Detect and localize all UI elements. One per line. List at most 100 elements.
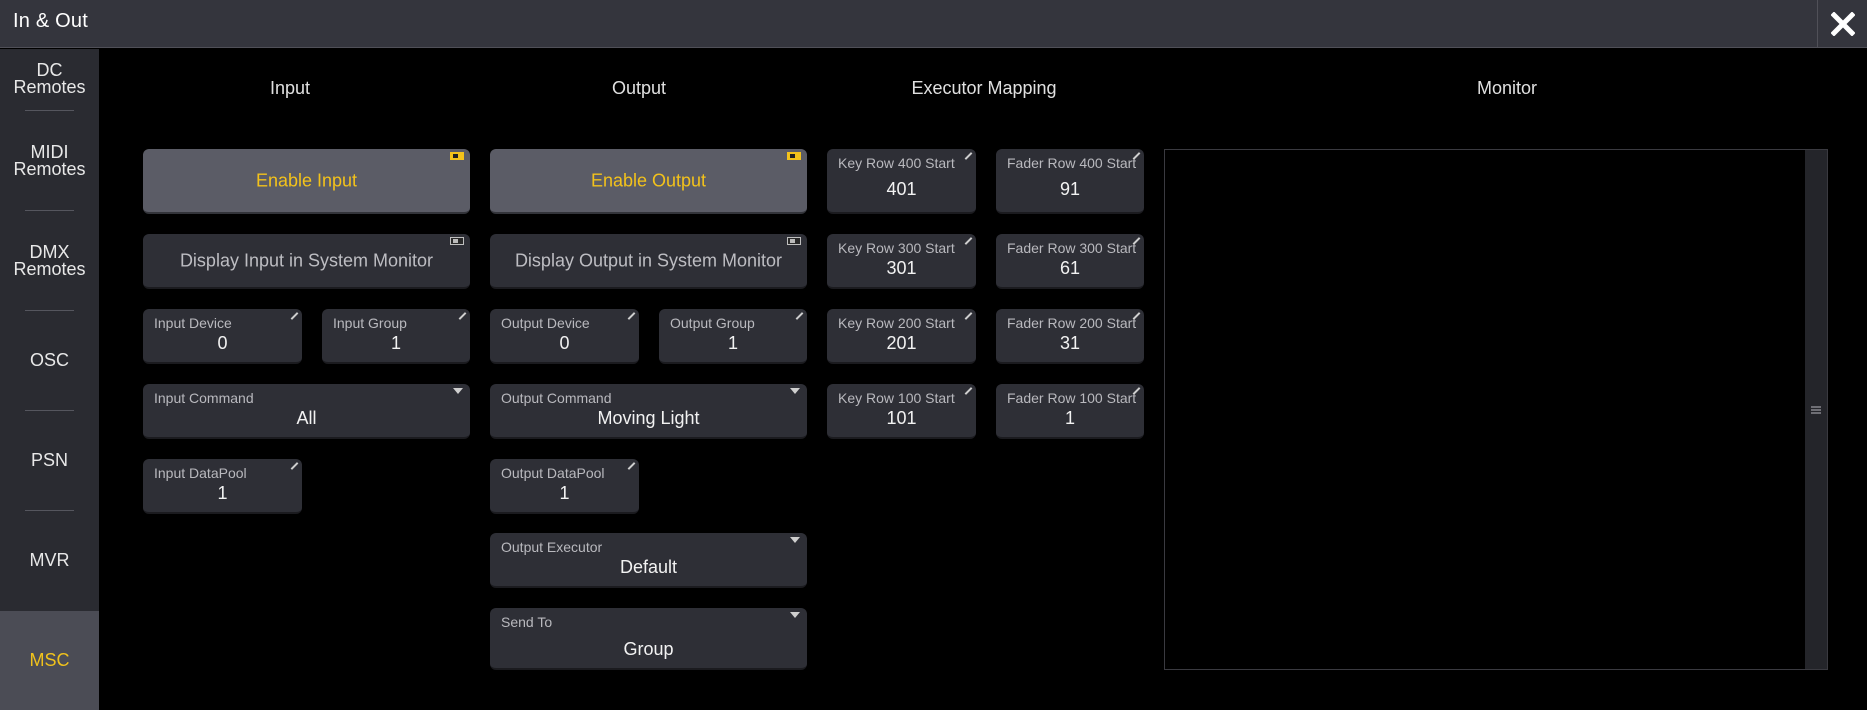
- sidebar-item-label: MVR: [29, 550, 70, 570]
- input-group-caption: Input Group: [333, 315, 407, 331]
- input-datapool-caption: Input DataPool: [154, 465, 247, 481]
- display-input-monitor-button[interactable]: Display Input in System Monitor: [143, 234, 470, 289]
- executor-mapping-header: Executor Mapping: [911, 78, 1057, 98]
- output-command-caption: Output Command: [501, 390, 612, 406]
- output-command-select[interactable]: Output Command Moving Light: [490, 384, 807, 439]
- fader-row-100-start-field[interactable]: Fader Row 100 Start 1: [996, 384, 1144, 439]
- sidebar-item-dc-remotes[interactable]: DC Remotes: [0, 49, 99, 109]
- output-group-field[interactable]: Output Group 1: [659, 309, 807, 364]
- key-row-400-caption: Key Row 400 Start: [838, 155, 955, 171]
- close-icon: [1830, 12, 1855, 36]
- fader-row-400-start-field[interactable]: Fader Row 400 Start 91: [996, 149, 1144, 214]
- edit-icon: [964, 237, 973, 245]
- key-row-100-start-field[interactable]: Key Row 100 Start 101: [827, 384, 976, 439]
- sidebar-item-mvr[interactable]: MVR: [0, 511, 99, 610]
- input-device-caption: Input Device: [154, 315, 232, 331]
- edit-icon: [1132, 312, 1141, 320]
- input-command-select[interactable]: Input Command All: [143, 384, 470, 439]
- key-row-300-start-field[interactable]: Key Row 300 Start 301: [827, 234, 976, 289]
- sidebar-item-midi-remotes[interactable]: MIDI Remotes: [0, 111, 99, 210]
- output-datapool-field[interactable]: Output DataPool 1: [490, 459, 639, 514]
- edit-icon: [627, 312, 636, 320]
- dropdown-caret-icon: [790, 612, 800, 618]
- input-datapool-value: 1: [217, 483, 228, 503]
- fader-row-100-value: 1: [1064, 408, 1075, 428]
- sidebar-item-dmx-remotes[interactable]: DMX Remotes: [0, 211, 99, 310]
- input-group-field[interactable]: Input Group 1: [322, 309, 470, 364]
- edit-icon: [627, 462, 636, 470]
- key-row-300-caption: Key Row 300 Start: [838, 240, 955, 256]
- fader-row-300-start-field[interactable]: Fader Row 300 Start 61: [996, 234, 1144, 289]
- fader-row-300-value: 61: [1059, 258, 1081, 278]
- sidebar-item-osc[interactable]: OSC: [0, 311, 99, 410]
- output-datapool-value: 1: [559, 483, 570, 503]
- enable-input-label: Enable Input: [255, 170, 358, 190]
- key-row-100-caption: Key Row 100 Start: [838, 390, 955, 406]
- output-executor-select[interactable]: Output Executor Default: [490, 533, 807, 588]
- output-group-value: 1: [727, 333, 738, 353]
- input-command-value: All: [296, 408, 317, 428]
- key-row-200-value: 201: [886, 333, 917, 353]
- edit-icon: [1132, 237, 1141, 245]
- send-to-select[interactable]: Send To Group: [490, 608, 807, 670]
- dropdown-caret-icon: [790, 388, 800, 394]
- monitor-header: Monitor: [1476, 78, 1538, 98]
- fader-row-400-value: 91: [1059, 179, 1081, 199]
- sidebar-item-psn[interactable]: PSN: [0, 411, 99, 510]
- sidebar-item-label: OSC: [29, 350, 69, 370]
- output-executor-caption: Output Executor: [501, 539, 603, 555]
- enable-input-button[interactable]: Enable Input: [143, 149, 470, 214]
- edit-icon: [795, 312, 804, 320]
- output-device-value: 0: [559, 333, 570, 353]
- title-bar: In & Out: [0, 0, 1867, 48]
- display-output-label: Display Output in System Monitor: [514, 250, 783, 270]
- fader-row-100-caption: Fader Row 100 Start: [1007, 390, 1137, 406]
- fader-row-200-value: 31: [1059, 333, 1081, 353]
- sidebar-item-label: PSN: [30, 450, 68, 470]
- sidebar-item-msc[interactable]: MSC: [0, 611, 99, 710]
- key-row-300-value: 301: [886, 258, 917, 278]
- fader-row-400-caption: Fader Row 400 Start: [1007, 155, 1137, 171]
- enable-output-label: Enable Output: [590, 170, 707, 190]
- input-device-value: 0: [217, 333, 228, 353]
- key-row-400-start-field[interactable]: Key Row 400 Start 401: [827, 149, 976, 214]
- monitor-panel: [1164, 149, 1828, 670]
- scroll-handle-icon[interactable]: [1809, 390, 1823, 430]
- key-row-400-value: 401: [886, 179, 917, 199]
- toggle-indicator-icon: [450, 152, 464, 160]
- toggle-indicator-icon: [787, 152, 801, 160]
- close-button[interactable]: [1817, 0, 1867, 48]
- input-group-value: 1: [390, 333, 401, 353]
- key-row-100-value: 101: [886, 408, 917, 428]
- edit-icon: [458, 312, 467, 320]
- edit-icon: [290, 462, 299, 470]
- sidebar: DC Remotes MIDI Remotes DMX Remotes OSC …: [0, 49, 99, 710]
- edit-icon: [290, 312, 299, 320]
- dropdown-caret-icon: [790, 537, 800, 543]
- fader-row-200-caption: Fader Row 200 Start: [1007, 315, 1137, 331]
- edit-icon: [1132, 152, 1141, 160]
- output-datapool-caption: Output DataPool: [501, 465, 605, 481]
- dropdown-caret-icon: [453, 388, 463, 394]
- input-datapool-field[interactable]: Input DataPool 1: [143, 459, 302, 514]
- output-executor-value: Default: [619, 557, 678, 577]
- output-header: Output: [611, 78, 667, 98]
- key-row-200-caption: Key Row 200 Start: [838, 315, 955, 331]
- output-group-caption: Output Group: [670, 315, 755, 331]
- key-row-200-start-field[interactable]: Key Row 200 Start 201: [827, 309, 976, 364]
- toggle-indicator-icon: [450, 237, 464, 245]
- enable-output-button[interactable]: Enable Output: [490, 149, 807, 214]
- input-device-field[interactable]: Input Device 0: [143, 309, 302, 364]
- fader-row-300-caption: Fader Row 300 Start: [1007, 240, 1137, 256]
- window-title: In & Out: [13, 10, 88, 32]
- display-output-monitor-button[interactable]: Display Output in System Monitor: [490, 234, 807, 289]
- output-device-field[interactable]: Output Device 0: [490, 309, 639, 364]
- fader-row-200-start-field[interactable]: Fader Row 200 Start 31: [996, 309, 1144, 364]
- edit-icon: [964, 312, 973, 320]
- monitor-scrollbar[interactable]: [1805, 150, 1827, 669]
- output-command-value: Moving Light: [597, 408, 700, 428]
- input-header: Input: [269, 78, 311, 98]
- toggle-indicator-icon: [787, 237, 801, 245]
- sidebar-item-label: MSC: [29, 650, 70, 670]
- edit-icon: [964, 387, 973, 395]
